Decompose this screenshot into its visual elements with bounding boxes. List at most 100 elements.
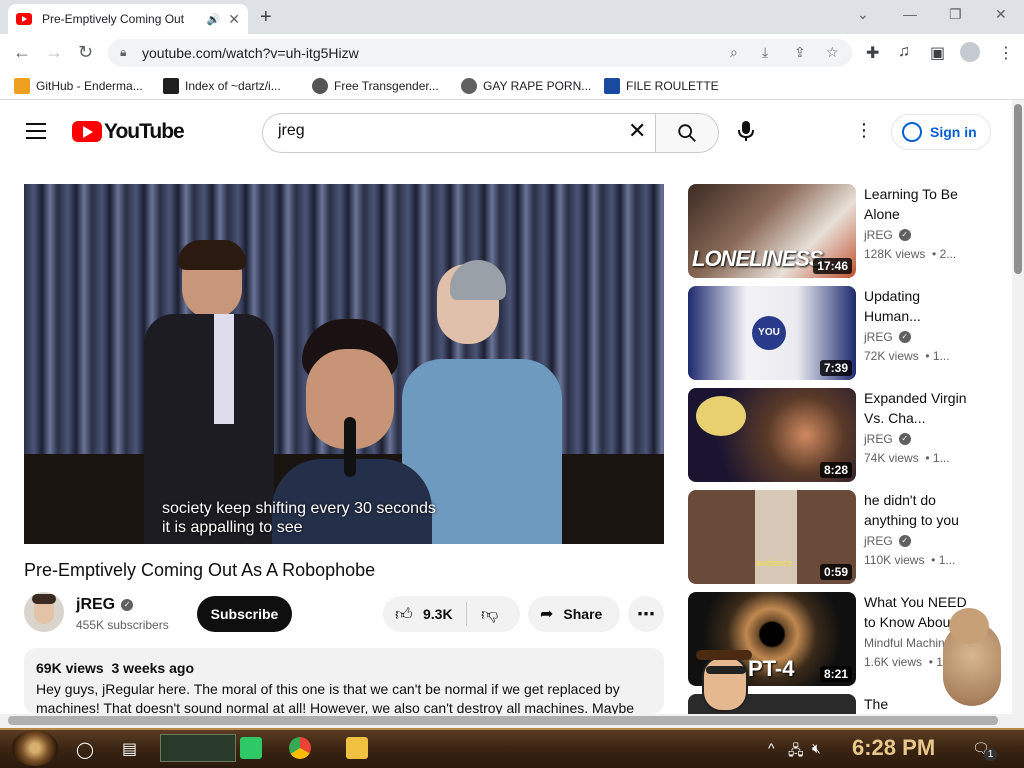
related-channel[interactable]: jREG ✓: [864, 330, 911, 344]
bookmark-label: Free Transgender...: [334, 79, 439, 93]
related-age: • 1...: [931, 553, 956, 567]
globe-icon: [461, 78, 477, 94]
verified-icon: ✓: [121, 599, 134, 611]
share-label: Share: [563, 606, 603, 622]
vertical-scroll-thumb[interactable]: [1014, 104, 1022, 274]
clear-search-icon[interactable]: ✕: [628, 118, 646, 144]
channel-avatar[interactable]: [24, 592, 64, 632]
related-views: 110K views • 1...: [864, 553, 955, 567]
side-panel-icon[interactable]: ▣: [930, 43, 945, 63]
related-channel[interactable]: jREG ✓: [864, 228, 911, 242]
caption-line: it is appalling to see: [162, 519, 303, 536]
bookmark-star-icon[interactable]: ☆: [826, 44, 839, 61]
network-icon[interactable]: 🖧︎: [788, 740, 804, 764]
profile-avatar[interactable]: [960, 42, 980, 62]
install-icon[interactable]: ⤓: [762, 44, 768, 61]
horizontal-scroll-thumb[interactable]: [8, 716, 998, 725]
video-duration: 7:39: [819, 360, 852, 376]
youtube-logo-icon[interactable]: [72, 121, 102, 142]
video-duration: 0:59: [819, 564, 852, 580]
more-actions-button[interactable]: ⋯: [628, 596, 664, 632]
running-app-slot[interactable]: [160, 734, 236, 762]
search-button[interactable]: [655, 113, 719, 153]
related-view-count: 128K views: [864, 247, 926, 261]
bookmark-item[interactable]: Free Transgender...: [312, 78, 439, 94]
youtube-logo[interactable]: YouTube: [104, 120, 185, 144]
settings-more-icon[interactable]: ⋮: [855, 120, 873, 141]
browser-tab[interactable]: Pre-Emptively Coming Out 🔊 ✕: [8, 4, 248, 34]
url-text[interactable]: youtube.com/watch?v=uh-itg5Hizw: [142, 45, 359, 61]
hamster-overlay: [935, 604, 1007, 708]
search-input[interactable]: [278, 122, 608, 140]
subscribe-button[interactable]: Subscribe: [197, 596, 292, 632]
bookmark-item[interactable]: GitHub - Enderma...: [14, 78, 143, 94]
extensions-icon[interactable]: ✚: [866, 43, 879, 63]
related-views: 128K views • 2...: [864, 247, 956, 261]
minimize-button[interactable]: —: [903, 6, 917, 22]
video-player[interactable]: society keep shifting every 30 seconds i…: [24, 184, 664, 544]
related-age: • 1...: [925, 451, 950, 465]
related-video-card[interactable]: audience 0:59 he didn't do anything to y…: [688, 490, 1008, 585]
related-video-card[interactable]: LONELINESS 17:46 Learning To Be Alone jR…: [688, 184, 1008, 279]
like-divider: [466, 602, 467, 626]
menu-icon[interactable]: [26, 123, 46, 139]
tab-search-chevron-icon[interactable]: ⌄: [857, 6, 869, 23]
bookmark-item[interactable]: FILE ROULETTE: [604, 78, 719, 94]
search-icon: [678, 124, 696, 142]
subscriber-count: 455K subscribers: [76, 618, 169, 632]
reload-icon[interactable]: ↻: [78, 42, 93, 63]
sign-in-button[interactable]: Sign in: [891, 114, 991, 150]
close-window-button[interactable]: ✕: [995, 6, 1007, 23]
media-control-icon[interactable]: ♫: [898, 43, 910, 61]
speaker-icon[interactable]: 🔊: [207, 13, 221, 26]
share-button[interactable]: ➦ Share: [528, 596, 620, 632]
volume-muted-icon[interactable]: 🔇︎: [812, 740, 821, 757]
task-view-icon[interactable]: ▤: [122, 739, 137, 759]
related-video-card[interactable]: 8:28 Expanded Virgin Vs. Cha... jREG ✓ 74…: [688, 388, 1008, 483]
channel-name[interactable]: jREG ✓: [76, 596, 134, 614]
like-count[interactable]: 9.3K: [423, 606, 453, 622]
browser-menu-icon[interactable]: ⋮: [998, 43, 1014, 63]
bookmark-label: FILE ROULETTE: [626, 79, 719, 93]
start-button[interactable]: [12, 730, 58, 766]
related-channel[interactable]: jREG ✓: [864, 432, 911, 446]
back-icon[interactable]: ←: [13, 42, 31, 63]
notes-app-icon[interactable]: [240, 737, 262, 759]
verified-icon: ✓: [898, 433, 911, 445]
bookmark-item[interactable]: GAY RAPE PORN...: [461, 78, 591, 94]
view-count: 69K views: [36, 660, 104, 676]
caption-line: society keep shifting every 30 seconds: [162, 500, 436, 517]
related-video-card[interactable]: YOU 7:39 Updating Human... jREG ✓ 72K vie…: [688, 286, 1008, 381]
zoom-icon[interactable]: ⌕: [730, 44, 738, 61]
lock-icon[interactable]: 🔒︎: [120, 45, 126, 60]
description-meta: 69K views 3 weeks ago: [36, 660, 194, 676]
video-thumbnail[interactable]: audience 0:59: [688, 490, 856, 584]
verified-icon: ✓: [898, 535, 911, 547]
tray-arrow-icon[interactable]: ^: [768, 740, 775, 756]
video-thumbnail[interactable]: YOU 7:39: [688, 286, 856, 380]
like-button[interactable]: 👍︎: [395, 604, 413, 625]
bookmark-label: GAY RAPE PORN...: [483, 79, 592, 93]
tab-close-icon[interactable]: ✕: [228, 11, 240, 28]
related-video-title[interactable]: Expanded Virgin Vs. Cha...: [864, 388, 972, 428]
pixel-favicon-icon: [163, 78, 179, 94]
video-thumbnail[interactable]: 8:28: [688, 388, 856, 482]
forward-icon[interactable]: →: [45, 42, 63, 63]
related-video-title[interactable]: he didn't do anything to you: [864, 490, 972, 530]
cartoon-character-overlay: [692, 648, 762, 718]
clock[interactable]: 6:28 PM: [852, 735, 935, 761]
video-thumbnail[interactable]: LONELINESS 17:46: [688, 184, 856, 278]
cortana-search-icon[interactable]: ◯: [76, 740, 94, 760]
related-video-title[interactable]: Learning To Be Alone: [864, 184, 972, 224]
related-channel[interactable]: jREG ✓: [864, 534, 911, 548]
chrome-taskbar-icon[interactable]: [289, 737, 311, 759]
restore-button[interactable]: ❐: [949, 6, 962, 23]
video-title: Pre-Emptively Coming Out As A Robophobe: [24, 560, 376, 580]
share-page-icon[interactable]: ⇪: [794, 44, 806, 61]
bookmark-item[interactable]: Index of ~dartz/i...: [163, 78, 281, 94]
related-video-title[interactable]: Updating Human...: [864, 286, 972, 326]
new-tab-button[interactable]: +: [260, 6, 272, 29]
file-explorer-icon[interactable]: [346, 737, 368, 759]
microphone-icon[interactable]: [738, 120, 754, 147]
dislike-button[interactable]: 👎︎: [481, 604, 498, 625]
